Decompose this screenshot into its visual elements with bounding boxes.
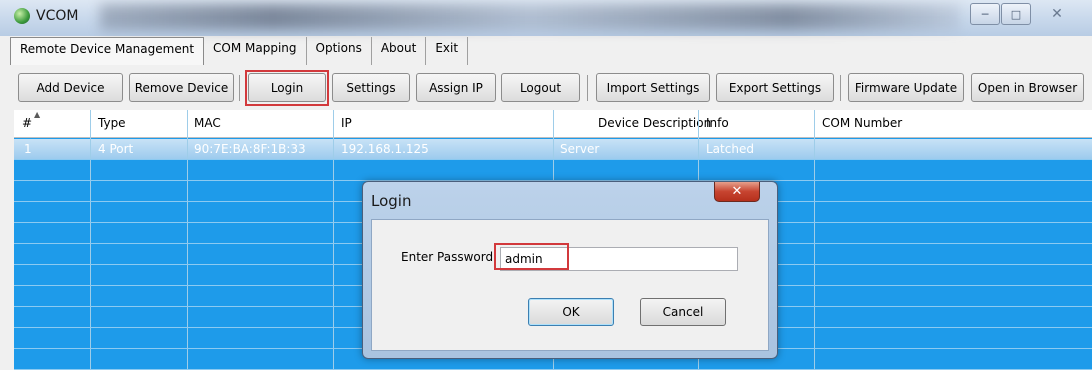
column-gridline [333, 110, 334, 370]
cancel-button[interactable]: Cancel [640, 298, 726, 326]
login-button-highlight [245, 70, 329, 106]
column-gridline [814, 110, 815, 370]
menu-about[interactable]: About [372, 37, 427, 65]
cell-info: Latched [706, 142, 754, 156]
row-gridline [14, 159, 1092, 160]
column-header-type[interactable]: Type [98, 116, 126, 130]
import-settings-button[interactable]: Import Settings [596, 73, 710, 102]
cell-mac: 90:7E:BA:8F:1B:33 [194, 142, 306, 156]
ok-button[interactable]: OK [528, 298, 614, 326]
menu-remote-device-management[interactable]: Remote Device Management [10, 37, 205, 65]
maximize-button[interactable]: □ [1001, 3, 1031, 25]
login-dialog: Login ✕ Enter Password OK Cancel [362, 181, 778, 359]
title-bar-blur [100, 4, 960, 30]
toolbar-separator [587, 75, 588, 101]
export-settings-button[interactable]: Export Settings [716, 73, 834, 102]
globe-icon [14, 8, 30, 24]
assign-ip-button[interactable]: Assign IP [416, 73, 496, 102]
password-label: Enter Password [401, 250, 494, 264]
cell-ip: 192.168.1.125 [341, 142, 429, 156]
open-in-browser-button[interactable]: Open in Browser [971, 73, 1084, 102]
close-button[interactable]: ✕ [1032, 3, 1082, 25]
column-gridline [90, 110, 91, 370]
column-header-device-description[interactable]: Device Description [598, 116, 711, 130]
cell-device-description: Server [560, 142, 600, 156]
toolbar-separator [840, 75, 841, 101]
dialog-body: Enter Password OK Cancel [371, 219, 769, 351]
title-bar: VCOM ─ □ ✕ [0, 0, 1092, 36]
remove-device-button[interactable]: Remove Device [129, 73, 234, 102]
logout-button[interactable]: Logout [501, 73, 580, 102]
menu-com-mapping[interactable]: COM Mapping [204, 37, 307, 65]
dialog-title: Login [371, 192, 412, 210]
minimize-button[interactable]: ─ [970, 3, 1000, 25]
add-device-button[interactable]: Add Device [18, 73, 123, 102]
column-header-number[interactable]: # [22, 116, 32, 130]
firmware-update-button[interactable]: Firmware Update [848, 73, 964, 102]
column-header-info[interactable]: Info [706, 116, 729, 130]
cell-type: 4 Port [98, 142, 134, 156]
dialog-close-button[interactable]: ✕ [714, 182, 760, 202]
maximize-icon: □ [1010, 7, 1022, 21]
column-header-mac[interactable]: MAC [194, 116, 221, 130]
menu-exit[interactable]: Exit [426, 37, 469, 65]
toolbar-separator [239, 75, 240, 101]
password-input[interactable] [500, 247, 738, 271]
sort-arrow-icon: ▲ [34, 110, 41, 119]
column-header-ip[interactable]: IP [341, 116, 352, 130]
minimize-icon: ─ [981, 7, 989, 21]
vcom-window: VCOM ─ □ ✕ Remote Device Management COM … [0, 0, 1092, 370]
close-icon: ✕ [731, 184, 743, 199]
window-title: VCOM [36, 8, 79, 24]
menu-options[interactable]: Options [307, 37, 372, 65]
close-icon: ✕ [1051, 6, 1063, 22]
settings-button[interactable]: Settings [332, 73, 410, 102]
column-gridline [187, 110, 188, 370]
menu-bar: Remote Device Management COM Mapping Opt… [10, 37, 469, 65]
cell-number: 1 [24, 142, 32, 156]
column-header-com-number[interactable]: COM Number [822, 116, 902, 130]
